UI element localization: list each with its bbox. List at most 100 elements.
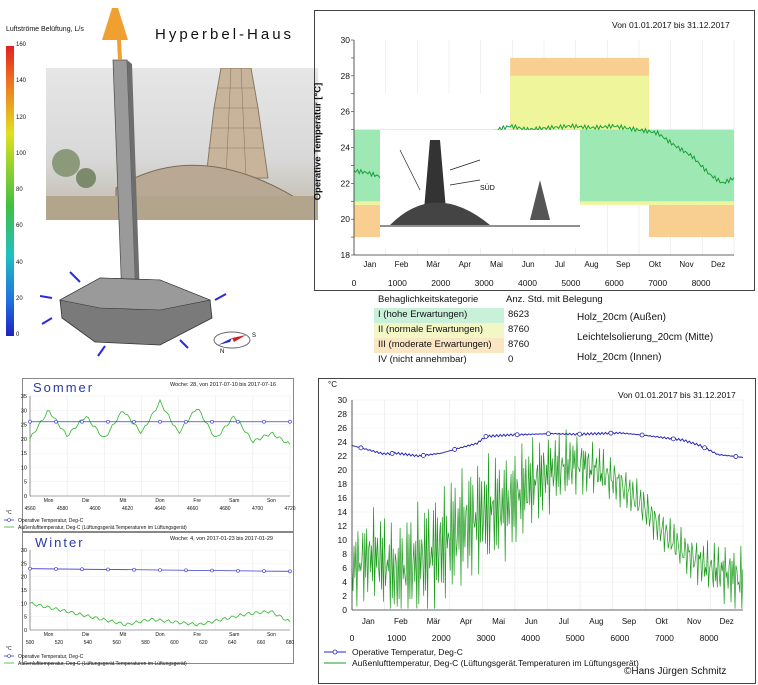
wall-layer: Holz_20cm (Innen): [577, 352, 662, 363]
operative-temp-marker: [358, 445, 364, 451]
month-label: Jul: [555, 260, 565, 269]
winter-week: Woche: 4, von 2017-01-23 bis 2017-01-29: [170, 536, 273, 542]
y-tick-label: 14: [338, 507, 348, 517]
operative-temp-marker: [28, 566, 32, 571]
month-label: Mär: [427, 617, 441, 626]
day-label: Mon: [44, 498, 54, 504]
y-tick-label: 0: [342, 605, 347, 615]
compass-n: N: [220, 349, 224, 355]
compass-icon: S N: [213, 331, 256, 355]
y-tick-label: 26: [341, 107, 351, 117]
colorbar-tick: 60: [16, 223, 23, 230]
comfort-row-hours: 0: [504, 351, 544, 369]
day-label: Son: [267, 632, 276, 638]
operative-temp-marker: [28, 419, 32, 424]
x-tick-label: 500: [26, 640, 35, 646]
x-tick-label: 4600: [89, 506, 100, 512]
x-tick-label: 8000: [700, 633, 719, 643]
colorbar-tick: 40: [16, 259, 23, 266]
colorbar-tick: 100: [16, 150, 27, 157]
summer-chart: 35 30 25 20 15 10 5 0 Mon Die Mit Don Fre Sam Son 4560 4…: [4, 394, 296, 531]
operative-temp-marker: [132, 567, 136, 572]
month-label: Feb: [394, 617, 408, 626]
x-tick-label: 0: [352, 278, 357, 288]
operative-temp-marker: [54, 567, 58, 571]
month-label: Mär: [426, 260, 440, 269]
month-label: Jun: [522, 260, 535, 269]
operative-temp-marker: [236, 568, 240, 573]
y-tick-label: 22: [341, 178, 351, 188]
y-tick-label: 4: [342, 577, 347, 587]
outdoor-temp-line: [29, 601, 291, 627]
x-tick-label: 6000: [605, 278, 624, 288]
operative-temp-marker: [106, 567, 110, 572]
top-chart-ylabel: Operative Temperatur [°C]: [312, 82, 324, 201]
operative-temp-marker: [158, 419, 162, 424]
y-tick-label: 5: [24, 480, 27, 486]
month-label: Dez: [711, 260, 725, 269]
month-label: Jul: [559, 617, 569, 626]
x-tick-label: 3000: [476, 633, 495, 643]
operative-temp-marker: [288, 419, 292, 424]
operative-temp-marker: [262, 569, 266, 573]
day-label: Fre: [193, 498, 201, 504]
big-chart-period: Von 01.01.2017 bis 31.12.2017: [618, 390, 736, 400]
y-tick-label: 25: [21, 423, 27, 429]
y-tick-label: 28: [341, 71, 351, 81]
y-tick-label: 0: [24, 628, 27, 634]
y-tick-label: 15: [21, 588, 27, 594]
legend-unit: °C: [6, 646, 12, 652]
y-tick-label: 20: [338, 465, 348, 475]
day-label: Sam: [229, 632, 239, 638]
sketch-label: SÜD: [480, 184, 495, 192]
day-label: Mit: [120, 498, 127, 504]
x-tick-label: 600: [170, 640, 179, 646]
x-tick-label: 660: [257, 640, 266, 646]
y-tick-label: 15: [21, 451, 27, 457]
x-tick-label: 4000: [521, 633, 540, 643]
y-tick-label: 35: [21, 394, 27, 400]
operative-temp-marker: [702, 445, 708, 451]
big-chart-unit: °C: [328, 380, 337, 389]
y-tick-label: 30: [21, 408, 27, 414]
y-tick-label: 18: [341, 250, 351, 260]
colorbar-ticks: 160 140 120 100 80 60 40 20 0: [16, 42, 36, 338]
y-tick-label: 18: [338, 479, 348, 489]
comfort-table-header-category: Behaglichkeitskategorie: [378, 294, 479, 305]
y-tick-label: 20: [21, 437, 27, 443]
operative-temp-marker: [106, 419, 110, 424]
comfort-row-label: IV (nicht annehmbar): [378, 354, 467, 365]
x-tick-label: 1000: [387, 633, 406, 643]
x-tick-label: 620: [199, 640, 208, 646]
wall-layer: Leichtelsolierung_20cm (Mitte): [577, 332, 714, 343]
y-tick-label: 25: [21, 561, 27, 567]
x-tick-label: 4620: [122, 506, 133, 512]
summer-title: Sommer: [33, 380, 95, 395]
legend-op-marker: [332, 649, 338, 655]
y-tick-label: 30: [341, 35, 351, 45]
comfort-row: IV (nicht annehmbar) 0: [374, 351, 544, 369]
colorbar-tick: 20: [16, 295, 23, 302]
x-tick-label: 4700: [252, 506, 263, 512]
x-tick-label: 540: [84, 640, 93, 646]
operative-temp-marker: [262, 419, 266, 424]
y-tick-label: 8: [342, 549, 347, 559]
copyright: ©Hans Jürgen Schmitz: [624, 666, 727, 677]
winter-title: Winter: [35, 535, 85, 550]
operative-temp-marker: [608, 430, 614, 436]
operative-temp-marker: [421, 453, 426, 458]
colorbar-tick: 0: [16, 332, 20, 338]
operative-temp-marker: [158, 568, 162, 572]
compass-s: S: [252, 333, 256, 339]
top-chart-period: Von 01.01.2017 bis 31.12.2017: [612, 20, 730, 30]
operative-temp-marker: [288, 569, 292, 574]
band-III-winter-late: [648, 204, 734, 238]
month-label: Dez: [720, 617, 734, 626]
y-tick-label: 26: [338, 423, 348, 433]
operative-temp-marker: [577, 431, 583, 437]
y-tick-label: 24: [338, 437, 348, 447]
y-tick-label: 30: [338, 395, 348, 405]
month-label: Feb: [395, 260, 409, 269]
legend-op-label: Operative Temperatur, Deg-C: [18, 518, 84, 524]
month-label: Nov: [679, 260, 693, 269]
